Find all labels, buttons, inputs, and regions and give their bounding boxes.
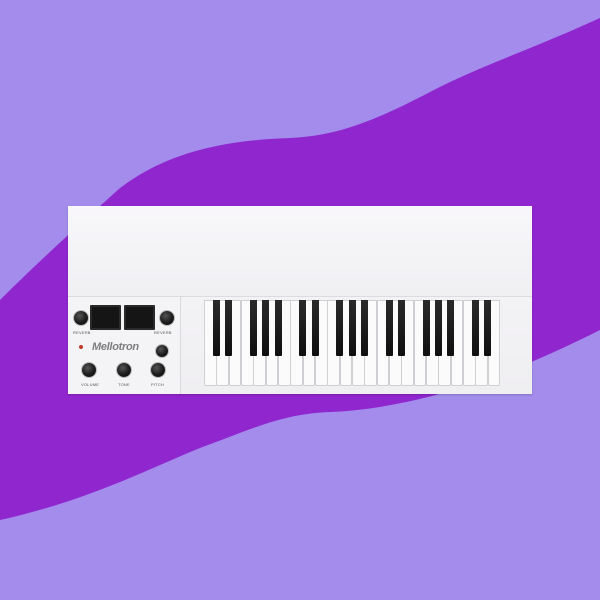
black-key[interactable] [434, 300, 442, 356]
black-key[interactable] [397, 300, 405, 356]
brand-logo: Mellotron [92, 341, 139, 353]
pitch-label: PITCH [151, 382, 164, 387]
keyboard [204, 300, 504, 390]
reverb-label-right: REVERB [154, 330, 172, 335]
black-key[interactable] [447, 300, 455, 356]
tone-label: TONE [118, 382, 130, 387]
right-display [124, 305, 155, 330]
mellotron-instrument: REVERB REVERB Mellotron VOLUME TONE PITC… [68, 206, 532, 394]
black-key[interactable] [348, 300, 356, 356]
black-key[interactable] [274, 300, 282, 356]
reverb-knob-right[interactable] [160, 311, 174, 325]
black-key[interactable] [262, 300, 270, 356]
black-key[interactable] [385, 300, 393, 356]
black-key[interactable] [471, 300, 479, 356]
control-panel: REVERB REVERB Mellotron VOLUME TONE PITC… [68, 297, 181, 394]
black-key[interactable] [299, 300, 307, 356]
instrument-lid [68, 206, 532, 297]
pitch-knob[interactable] [151, 363, 165, 377]
black-key[interactable] [212, 300, 220, 356]
volume-knob[interactable] [82, 363, 96, 377]
black-key[interactable] [484, 300, 492, 356]
black-key[interactable] [336, 300, 344, 356]
power-led [79, 345, 83, 349]
tone-knob[interactable] [117, 363, 131, 377]
black-key[interactable] [360, 300, 368, 356]
selector-knob[interactable] [156, 345, 168, 357]
black-key[interactable] [249, 300, 257, 356]
volume-label: VOLUME [81, 382, 100, 387]
reverb-knob-left[interactable] [74, 311, 88, 325]
left-display [90, 305, 121, 330]
reverb-label-left: REVERB [73, 330, 91, 335]
black-key[interactable] [225, 300, 233, 356]
black-key[interactable] [422, 300, 430, 356]
black-key[interactable] [311, 300, 319, 356]
